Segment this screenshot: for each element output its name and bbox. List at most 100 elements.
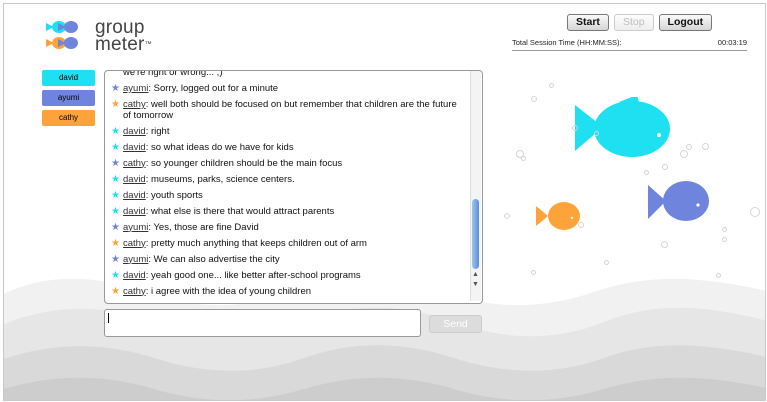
message-text: : what else is there that would attract … [145,205,335,217]
star-icon: ★ [111,141,120,153]
message-username-link[interactable]: cathy [123,286,146,297]
star-icon: ★ [111,269,120,281]
message-body: cathy: so younger children should be the… [123,157,343,170]
logo-wordmark: group meter™ [95,18,152,55]
star-icon: ★ [111,189,120,201]
start-button[interactable]: Start [567,14,609,31]
message-body: cathy: pretty much anything that keeps c… [123,237,367,250]
text-caret [108,313,109,323]
bubble [549,83,554,88]
message-text: : youth sports [145,189,203,201]
message-body: david: youth sports [123,189,203,202]
chat-message: ★ ayumi: We can also advertise the city [111,253,461,266]
message-username-link[interactable]: david [123,126,146,137]
message-body: ayumi: We can also advertise the city [123,253,280,266]
logo-line-2: meter™ [95,34,152,55]
scroll-up-icon[interactable]: ▲ [472,271,479,278]
message-body: david: museums, parks, science centers. [123,173,295,186]
chat-message: ★ david: yeah good one... like better aft… [111,269,461,282]
chat-log[interactable]: we're right or wrong... ;) ★ ayumi: Sorry,… [104,70,483,304]
bubble [504,213,510,219]
bubble [578,222,584,228]
message-body: david: so what ideas do we have for kids [123,141,294,154]
star-icon: ★ [111,205,120,217]
star-icon: ★ [111,221,120,233]
bubble [750,207,760,217]
message-text: : pretty much anything that keeps childr… [145,237,367,249]
bubble [644,170,649,175]
message-username-link[interactable]: david [123,190,146,201]
scroll-down-icon[interactable]: ▼ [472,281,479,288]
logout-button[interactable]: Logout [658,14,713,31]
message-text: : We can also advertise the city [148,253,280,265]
message-body: we're right or wrong... ;) [123,70,223,79]
orange-fish-icon [536,202,580,230]
chat-message: ★ cathy: well both should be focused on b… [111,99,461,121]
chat-message: ★ ayumi: Yes, those are fine David [111,221,461,234]
chat-message: ★ cathy: i agree with the idea of young c… [111,285,461,298]
message-text: : museums, parks, science centers. [145,173,295,185]
message-input[interactable] [104,309,421,337]
chat-message: ★ david: museums, parks, science centers. [111,173,461,186]
session-time: Total Session Time (HH:MM:SS): 00:03:19 [512,38,747,51]
message-body: david: right [123,126,169,138]
star-icon: ★ [111,125,120,137]
star-icon: ★ [111,173,120,185]
bubble [521,156,526,161]
app-frame: group meter™ Start Stop Logout Total Ses… [3,3,766,401]
message-username-link[interactable]: cathy [123,99,146,110]
chat-message: ★ ayumi: Sorry, logged out for a minute [111,83,461,95]
chat-message: ★ david: right [111,125,461,138]
message-username-link[interactable]: ayumi [123,222,148,233]
chat-message: ★ david: youth sports [111,189,461,202]
session-time-value: 00:03:19 [717,38,747,47]
chat-message: ★ cathy: pretty much anything that keeps … [111,237,461,250]
stop-button[interactable]: Stop [613,14,654,31]
message-username-link[interactable]: cathy [123,158,146,169]
blue-fish-icon [648,181,709,221]
message-username-link[interactable]: david [123,174,146,185]
cyan-fish-icon [575,97,670,157]
message-text: : well both should be focused on but rem… [123,99,457,121]
message-username-link[interactable]: david [123,206,146,217]
bubble [722,237,727,242]
message-username-link[interactable]: cathy [123,238,146,249]
star-icon: ★ [111,99,120,110]
bubble [531,96,537,102]
star-icon: ★ [111,285,120,297]
groupmeter-logo: group meter™ [44,18,152,59]
message-text: : so younger children should be the main… [145,157,343,169]
user-badge-ayumi[interactable]: ayumi [42,90,95,106]
chat-message: we're right or wrong... ;) [111,70,461,79]
star-icon: ★ [111,237,120,249]
message-username-link[interactable]: ayumi [123,254,148,265]
bubble [531,270,536,275]
message-username-link[interactable]: david [123,142,146,153]
message-body: ayumi: Yes, those are fine David [123,221,259,234]
user-badge-david[interactable]: david [42,70,95,86]
session-controls: Start Stop Logout [567,14,713,31]
bubble [686,144,692,150]
logo-fish-icon [44,19,92,59]
message-list: we're right or wrong... ;) ★ ayumi: Sorry,… [111,70,461,303]
message-text: we're right or wrong... ;) [123,70,223,78]
user-badge-cathy[interactable]: cathy [42,110,95,126]
chat-scrollbar[interactable]: ▲ ▼ [470,71,481,301]
send-button[interactable]: Send [429,315,482,333]
message-username-link[interactable]: david [123,270,146,281]
message-body: ayumi: Sorry, logged out for a minute [123,83,278,95]
user-list: david ayumi cathy [42,70,95,130]
session-time-label: Total Session Time (HH:MM:SS): [512,38,622,47]
bubble [702,143,709,150]
message-text: : Yes, those are fine David [148,221,259,233]
chat-message: ★ cathy: so younger children should be th… [111,157,461,170]
bubble [722,227,727,232]
message-text: : yeah good one... like better after-sch… [145,269,361,281]
bubble [680,150,688,158]
message-text: : so what ideas do we have for kids [145,141,294,153]
message-username-link[interactable]: ayumi [123,83,148,94]
star-icon: ★ [111,157,120,169]
bubble [716,273,721,278]
scrollbar-thumb[interactable] [472,199,479,269]
message-text: : i agree with the idea of young childre… [145,285,312,297]
